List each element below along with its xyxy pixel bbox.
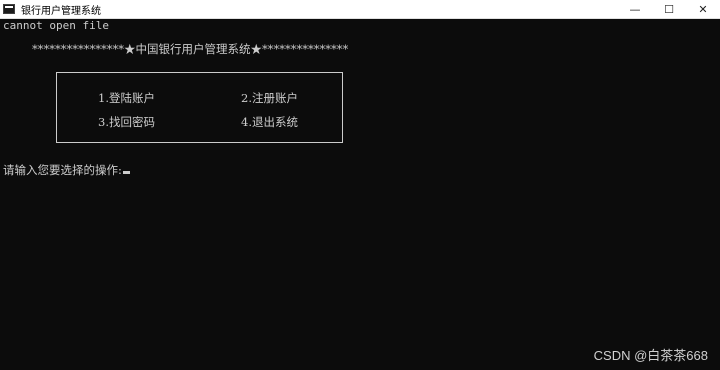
text-cursor [122, 171, 130, 174]
console-output[interactable]: cannot open file ****************★中国银行用户… [0, 19, 720, 370]
close-button[interactable]: ✕ [686, 0, 720, 18]
menu-box: 1.登陆账户 2.注册账户 3.找回密码 4.退出系统 [56, 72, 343, 143]
minimize-button[interactable]: — [618, 0, 652, 18]
menu-item-register: 2.注册账户 [241, 91, 298, 105]
error-message: cannot open file [3, 19, 109, 32]
watermark: CSDN @白茶茶668 [593, 348, 708, 363]
input-prompt-line: 请输入您要选择的操作: [3, 162, 130, 178]
window-controls: — ☐ ✕ [618, 0, 720, 18]
window-title: 银行用户管理系统 [21, 5, 101, 17]
menu-item-exit: 4.退出系统 [241, 115, 298, 129]
window-titlebar[interactable]: 银行用户管理系统 — ☐ ✕ [0, 0, 720, 19]
input-prompt: 请输入您要选择的操作: [3, 163, 122, 177]
menu-item-login: 1.登陆账户 [98, 91, 155, 105]
maximize-button[interactable]: ☐ [652, 0, 686, 18]
console-app-icon [3, 4, 15, 14]
menu-item-recover-password: 3.找回密码 [98, 115, 155, 129]
menu-banner: ****************★中国银行用户管理系统★************… [32, 42, 349, 56]
